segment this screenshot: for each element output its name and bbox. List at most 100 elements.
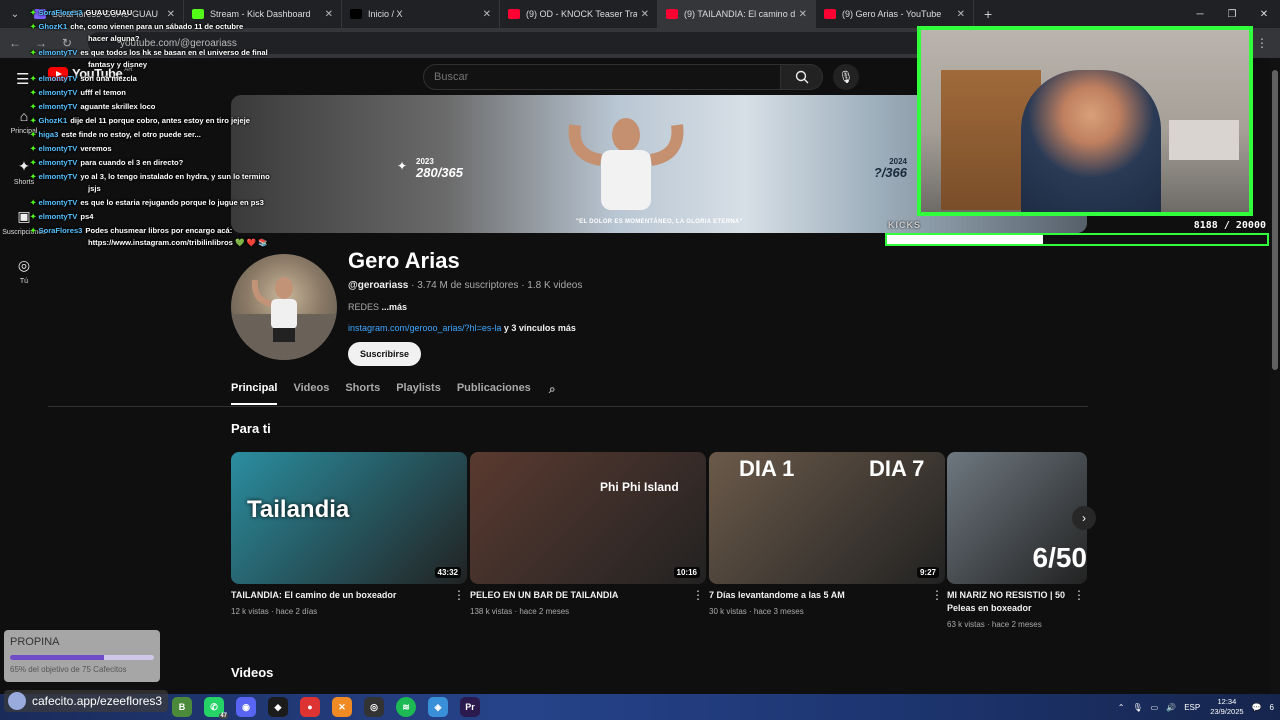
search-input[interactable]: [423, 64, 781, 90]
more-links[interactable]: y 3 vínculos más: [504, 323, 576, 333]
shelf-next-button[interactable]: ›: [1072, 506, 1096, 530]
propina-progress-fill: [10, 655, 104, 660]
windows-taskbar: B ✆ 47 ◉ ◆ ● ✕ ◎ ≋ ◈ Pr ⌃ 🎙 ▭ 🔊 ESP 12:34…: [0, 694, 1280, 720]
chat-username[interactable]: elmontyTV: [39, 48, 78, 57]
browser-tab[interactable]: Inicio / X ✕: [342, 0, 500, 28]
video-title[interactable]: 7 Días levantandome a las 5 AM: [709, 589, 945, 602]
video-thumbnail[interactable]: Phi Phi Island 10:16: [470, 452, 706, 584]
video-title[interactable]: MI NARIZ NO RESISTIO | 50 Peleas en boxe…: [947, 589, 1087, 615]
instagram-link[interactable]: instagram.com/gerooo_arias/?hl=es-la: [348, 323, 501, 333]
chat-username[interactable]: elmontyTV: [39, 88, 78, 97]
video-card[interactable]: Tailandia 43:32 TAILANDIA: El camino de un…: [231, 452, 467, 616]
discord-icon[interactable]: ◉: [236, 697, 256, 717]
channel-search-icon[interactable]: ⌕: [549, 382, 556, 405]
whatsapp-icon[interactable]: ✆ 47: [204, 697, 228, 719]
chat-username[interactable]: GhozK1: [39, 116, 68, 125]
video-card[interactable]: Phi Phi Island 10:16 PELEO EN UN BAR DE TA…: [470, 452, 706, 616]
chat-username[interactable]: GhozK1: [39, 22, 68, 31]
chat-username[interactable]: SoraFlores3: [39, 226, 83, 235]
channel-name: Gero Arias: [348, 248, 460, 273]
tab-search-button[interactable]: ⌄: [4, 3, 26, 25]
video-title[interactable]: PELEO EN UN BAR DE TAILANDIA: [470, 589, 706, 602]
chat-text: ps4: [80, 212, 94, 221]
video-thumbnail[interactable]: 6/50: [947, 452, 1087, 584]
subscribe-button[interactable]: Suscribirse: [348, 342, 422, 366]
video-thumbnail[interactable]: DIA 1 DIA 7 9:27: [709, 452, 945, 584]
channel-avatar[interactable]: [231, 254, 337, 360]
guide-item[interactable]: ◎ Tú: [0, 257, 48, 285]
video-menu-icon[interactable]: ⋮: [1073, 588, 1085, 602]
taskbar-app-blue-icon[interactable]: ◈: [428, 697, 448, 717]
channel-tab[interactable]: Playlists: [396, 382, 441, 405]
video-thumbnail[interactable]: Tailandia 43:32: [231, 452, 467, 584]
premiere-icon[interactable]: Pr: [460, 697, 480, 717]
page-scrollbar[interactable]: [1270, 58, 1280, 698]
kicks-target: 20000: [1235, 220, 1266, 231]
spotify-icon[interactable]: ≋: [396, 697, 416, 717]
subscriber-count: 3.74 M de suscriptores: [417, 280, 519, 291]
chat-username[interactable]: elmontyTV: [39, 144, 78, 153]
taskbar-app-red-icon[interactable]: ●: [300, 697, 320, 717]
chat-username[interactable]: elmontyTV: [39, 158, 78, 167]
taskbar-clock[interactable]: 12:34 23/9/2025: [1210, 697, 1243, 717]
tray-language[interactable]: ESP: [1184, 703, 1200, 712]
channel-tab[interactable]: Publicaciones: [457, 382, 531, 405]
kicks-progress-bar: [885, 233, 1269, 246]
banner-figure: [568, 118, 684, 210]
tab-close-icon[interactable]: ✕: [325, 9, 333, 20]
channel-description[interactable]: REDES ...más: [348, 302, 407, 312]
channel-tab[interactable]: Principal: [231, 382, 278, 405]
tray-mic-icon[interactable]: 🎙: [1133, 703, 1143, 712]
maximize-button[interactable]: ❐: [1216, 9, 1248, 20]
taskbar-app-shield-icon[interactable]: ◆: [268, 697, 288, 717]
chat-username[interactable]: SoraFlores3: [39, 8, 83, 17]
minimize-button[interactable]: ─: [1184, 9, 1216, 20]
chat-username[interactable]: elmontyTV: [39, 212, 78, 221]
chat-text: GUAU GUAU: [85, 8, 133, 17]
channel-tab[interactable]: Shorts: [345, 382, 380, 405]
chat-username[interactable]: elmontyTV: [39, 102, 78, 111]
chat-username[interactable]: elmontyTV: [39, 172, 78, 181]
taskbar-app-b-icon[interactable]: B: [172, 697, 192, 717]
chat-username[interactable]: elmontyTV: [39, 74, 78, 83]
scrollbar-thumb[interactable]: [1272, 70, 1278, 370]
browser-tab[interactable]: (9) Gero Arias - YouTube ✕: [816, 0, 974, 28]
new-tab-button[interactable]: +: [984, 6, 992, 22]
tab-close-icon[interactable]: ✕: [957, 9, 965, 20]
video-menu-icon[interactable]: ⋮: [453, 588, 465, 602]
back-button[interactable]: ←: [4, 36, 26, 50]
thumbnail-text: Tailandia: [247, 496, 350, 523]
guide-menu-icon[interactable]: ☰: [16, 70, 29, 88]
tray-network-icon[interactable]: ▭: [1151, 703, 1159, 712]
video-menu-icon[interactable]: ⋮: [692, 588, 704, 602]
voice-search-button[interactable]: 🎙: [833, 64, 859, 90]
close-window-button[interactable]: ✕: [1248, 9, 1280, 20]
tab-close-icon[interactable]: ✕: [641, 9, 649, 20]
tab-close-icon[interactable]: ✕: [799, 9, 807, 20]
obs-icon[interactable]: ◎: [364, 697, 384, 717]
tray-volume-icon[interactable]: 🔊: [1166, 703, 1176, 712]
chat-username[interactable]: elmontyTV: [39, 198, 78, 207]
guide-item-icon: ◎: [17, 257, 31, 273]
video-card[interactable]: DIA 1 DIA 7 9:27 7 Días levantandome a las …: [709, 452, 945, 616]
browser-menu-icon[interactable]: ⋮: [1256, 36, 1268, 50]
channel-tab[interactable]: Videos: [293, 382, 329, 405]
video-menu-icon[interactable]: ⋮: [931, 588, 943, 602]
tab-favicon-icon: [508, 9, 520, 19]
browser-tab[interactable]: (9) TAILANDIA: El camino de ✕: [658, 0, 816, 28]
chat-username[interactable]: higa3: [39, 130, 59, 139]
video-views: 30 k vistas: [709, 607, 747, 616]
browser-tab[interactable]: (9) OD - KNOCK Teaser Trailer - ✕: [500, 0, 658, 28]
video-duration: 10:16: [673, 567, 700, 578]
tab-close-icon[interactable]: ✕: [483, 9, 491, 20]
taskbar-app-x-icon[interactable]: ✕: [332, 697, 352, 717]
video-title[interactable]: TAILANDIA: El camino de un boxeador: [231, 589, 467, 602]
notification-icon[interactable]: 💬 6: [1252, 703, 1274, 712]
video-card[interactable]: 6/50 MI NARIZ NO RESISTIO | 50 Peleas en …: [947, 452, 1087, 629]
search-button[interactable]: [781, 64, 823, 90]
tab-favicon-icon: [350, 9, 362, 19]
more-link[interactable]: ...más: [382, 302, 408, 312]
meta-separator: ·: [984, 620, 992, 629]
video-age: hace 3 meses: [753, 607, 804, 616]
tray-chevron-icon[interactable]: ⌃: [1118, 703, 1125, 712]
